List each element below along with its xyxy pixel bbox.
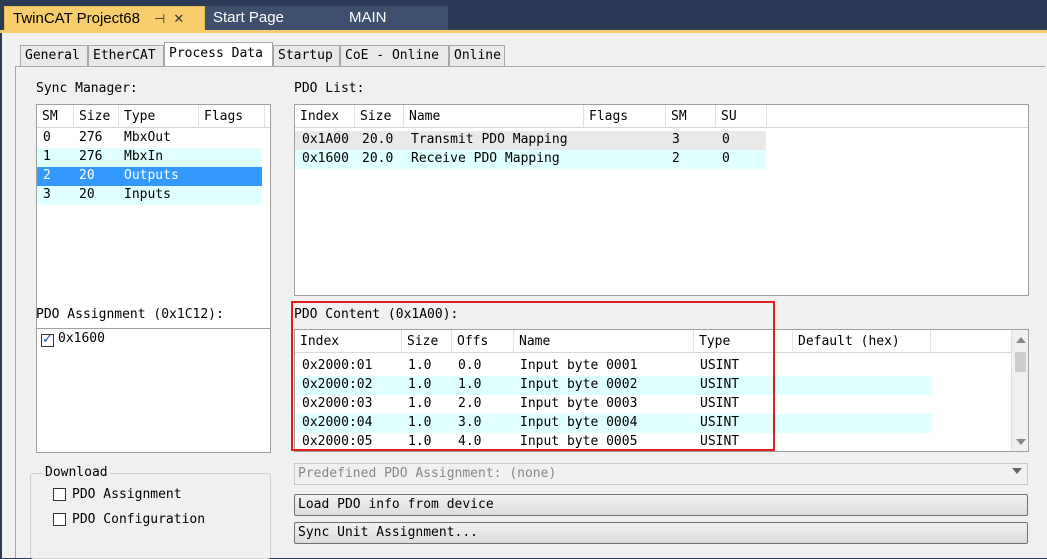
table-row[interactable]: 0x1A00 20.0 Transmit PDO Mapping 3 0	[295, 131, 766, 150]
pdo-assignment-label: PDO Assignment (0x1C12):	[36, 307, 224, 322]
scroll-down-arrow-icon[interactable]	[1016, 439, 1026, 445]
cell-index: 0x1A00	[302, 132, 349, 147]
column-header-flags[interactable]: Flags	[199, 105, 265, 128]
cell-type: MbxIn	[124, 149, 164, 164]
tab-label: Process Data	[169, 46, 263, 61]
tab-label: EtherCAT	[93, 48, 156, 63]
scroll-thumb[interactable]	[1015, 352, 1026, 372]
cell-name: Transmit PDO Mapping	[411, 132, 568, 147]
column-header-index[interactable]: Index	[295, 105, 355, 128]
pdo-list-label: PDO List:	[294, 81, 365, 96]
cell-type: Inputs	[124, 187, 171, 202]
tab-startup[interactable]: Startup	[273, 45, 340, 66]
sync-manager-label: Sync Manager:	[36, 81, 138, 96]
sync-unit-assignment-button[interactable]: Sync Unit Assignment...	[294, 522, 1028, 544]
download-pdo-configuration-checkbox[interactable]	[53, 513, 66, 526]
cell-size: 20.0	[362, 151, 394, 166]
cell-sm: 2	[672, 151, 680, 166]
doc-tab-start-page[interactable]: Start Page	[205, 6, 338, 31]
cell-index: 0x1600	[302, 151, 349, 166]
cell-size: 20	[79, 168, 95, 183]
table-row[interactable]: 0 276 MbxOut	[37, 129, 262, 148]
column-header-sm[interactable]: SM	[37, 105, 74, 128]
tab-process-data[interactable]: Process Data	[164, 42, 273, 67]
tab-label: Online	[454, 48, 501, 63]
pdo-assignment-checkbox[interactable]: ✓	[41, 332, 54, 347]
download-pdo-assignment-label: PDO Assignment	[72, 487, 182, 502]
doc-tab-label: MAIN	[349, 9, 387, 26]
tab-label: General	[25, 48, 80, 63]
load-pdo-info-button[interactable]: Load PDO info from device	[294, 494, 1028, 516]
column-header-flags[interactable]: Flags	[584, 105, 666, 128]
pdo-assignment-list[interactable]: ✓ 0x1600	[36, 328, 271, 453]
predefined-pdo-assignment-value: Predefined PDO Assignment: (none)	[298, 466, 557, 481]
pdo-assignment-item-label: 0x1600	[58, 331, 105, 346]
column-header-type[interactable]: Type	[119, 105, 199, 128]
cell-type: Outputs	[124, 168, 179, 183]
column-header-sm[interactable]: SM	[666, 105, 716, 128]
predefined-pdo-assignment-select[interactable]: Predefined PDO Assignment: (none)	[294, 463, 1028, 485]
download-pdo-configuration-label: PDO Configuration	[72, 512, 206, 527]
button-label: Sync Unit Assignment...	[298, 525, 479, 540]
cell-sm: 3	[672, 132, 680, 147]
cell-size: 276	[79, 130, 103, 145]
chevron-down-icon	[1012, 468, 1022, 474]
document-tab-bar: TwinCAT Project68 ⊣ ✕ Start Page MAIN	[0, 0, 1047, 31]
doc-tab-label: Start Page	[213, 9, 284, 26]
editor-content: General EtherCAT Process Data Startup Co…	[2, 33, 1047, 559]
vertical-scrollbar[interactable]	[1011, 330, 1028, 451]
download-pdo-assignment-checkbox[interactable]	[53, 488, 66, 501]
table-row-selected[interactable]: 2 20 Outputs	[37, 167, 262, 186]
tab-label: CoE - Online	[345, 48, 439, 63]
button-label: Load PDO info from device	[298, 497, 494, 512]
tab-online[interactable]: Online	[449, 45, 505, 66]
cell-sm: 3	[43, 187, 51, 202]
column-header-su[interactable]: SU	[716, 105, 767, 128]
table-row[interactable]: 0x1600 20.0 Receive PDO Mapping 2 0	[295, 150, 766, 169]
cell-sm: 2	[43, 168, 51, 183]
tab-general[interactable]: General	[20, 45, 88, 66]
column-header-size[interactable]: Size	[355, 105, 404, 128]
cell-size: 20	[79, 187, 95, 202]
tab-label: Startup	[278, 48, 333, 63]
cell-sm: 1	[43, 149, 51, 164]
doc-tab-label: TwinCAT Project68	[13, 10, 140, 27]
list-header: Index Size Name Flags SM SU	[295, 105, 1028, 128]
tab-coe-online[interactable]: CoE - Online	[340, 45, 449, 66]
cell-su: 0	[722, 132, 730, 147]
doc-tab-main[interactable]: MAIN	[338, 6, 448, 31]
cell-su: 0	[722, 151, 730, 166]
doc-tab-project[interactable]: TwinCAT Project68 ⊣ ✕	[4, 6, 205, 31]
close-icon[interactable]: ✕	[173, 11, 184, 27]
cell-size: 276	[79, 149, 103, 164]
cell-size: 20.0	[362, 132, 394, 147]
sync-manager-list[interactable]: SM Size Type Flags 0 276 MbxOut 1 276 Mb…	[36, 104, 271, 329]
checkmark-icon: ✓	[42, 332, 53, 347]
column-header-default[interactable]: Default (hex)	[793, 330, 931, 353]
cell-type: MbxOut	[124, 130, 171, 145]
download-group-label: Download	[43, 465, 110, 480]
pdo-list[interactable]: Index Size Name Flags SM SU 0x1A00 20.0 …	[294, 104, 1029, 296]
highlight-frame	[291, 301, 775, 451]
list-header: SM Size Type Flags	[37, 105, 270, 128]
column-header-size[interactable]: Size	[74, 105, 119, 128]
pin-icon[interactable]: ⊣	[154, 11, 165, 27]
column-header-name[interactable]: Name	[404, 105, 584, 128]
table-row[interactable]: 3 20 Inputs	[37, 186, 262, 205]
process-data-page: Sync Manager: SM Size Type Flags 0 276 M…	[15, 66, 1045, 559]
cell-sm: 0	[43, 130, 51, 145]
tab-ethercat[interactable]: EtherCAT	[88, 45, 164, 66]
table-row[interactable]: 1 276 MbxIn	[37, 148, 262, 167]
scroll-up-arrow-icon[interactable]	[1016, 337, 1026, 343]
cell-name: Receive PDO Mapping	[411, 151, 560, 166]
